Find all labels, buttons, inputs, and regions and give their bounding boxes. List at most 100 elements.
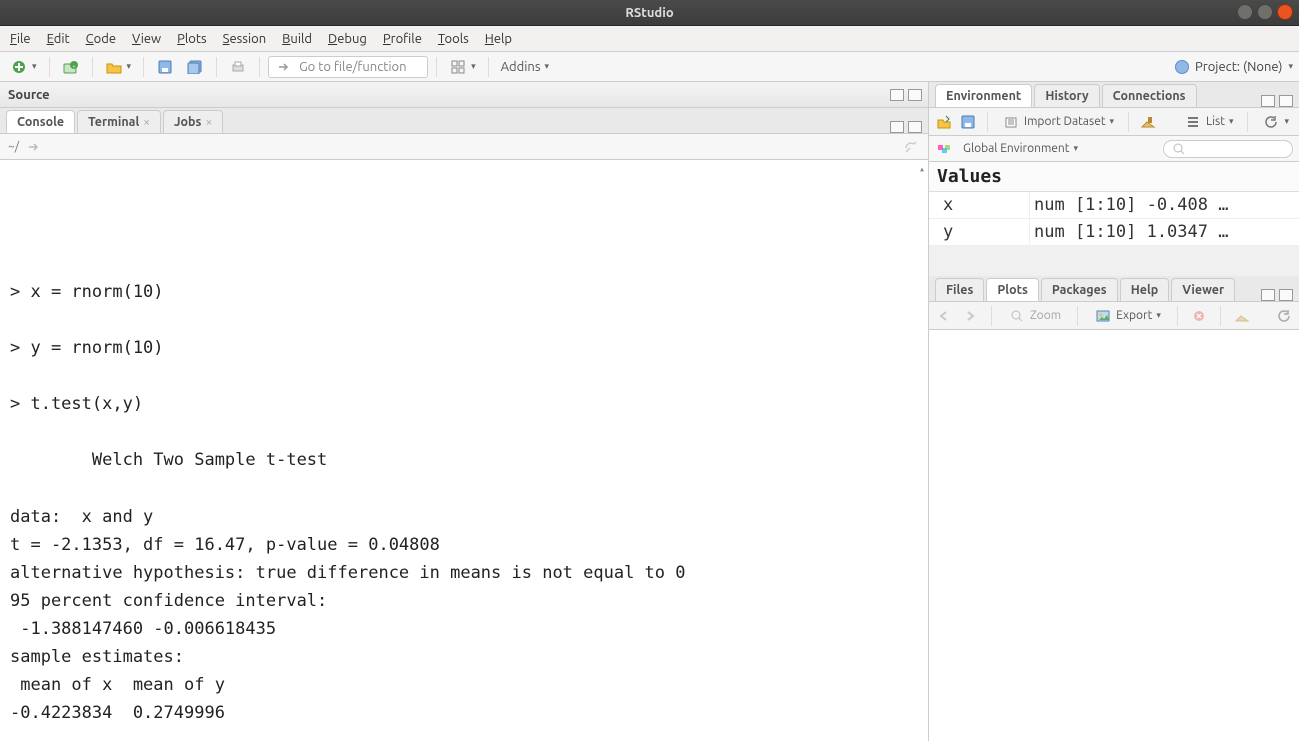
console-path: ~/ (8, 140, 19, 153)
plot-remove-icon[interactable] (1190, 307, 1208, 325)
clear-console-icon[interactable] (902, 138, 920, 156)
print-button[interactable] (225, 56, 251, 78)
load-workspace-icon[interactable] (935, 113, 953, 131)
menu-tools[interactable]: Tools (438, 32, 469, 46)
close-icon[interactable]: × (143, 116, 150, 129)
tab-jobs[interactable]: Jobs× (163, 110, 223, 133)
open-file-button[interactable]: ▾ (101, 56, 136, 78)
menu-edit[interactable]: Edit (47, 32, 70, 46)
pane-min-icon[interactable] (890, 89, 904, 101)
new-file-button[interactable]: ▾ (6, 56, 41, 78)
tab-history[interactable]: History (1034, 84, 1099, 107)
tab-packages[interactable]: Packages (1041, 278, 1118, 301)
goto-placeholder: Go to file/function (299, 60, 406, 74)
dropdown-caret-icon: ▾ (544, 61, 549, 72)
import-dataset-button[interactable]: Import Dataset ▾ (998, 111, 1118, 133)
save-workspace-icon[interactable] (959, 113, 977, 131)
pane-max-icon[interactable] (1279, 289, 1293, 301)
folder-open-icon (105, 58, 123, 76)
dropdown-caret-icon: ▾ (127, 61, 132, 72)
window-minimize-button[interactable] (1237, 4, 1253, 20)
workspace-panes-button[interactable]: ▾ (445, 56, 480, 78)
window-title: RStudio (625, 6, 673, 20)
plot-export-button[interactable]: Export ▾ (1090, 305, 1165, 327)
env-var-value: num [1:10] -0.408 … (1029, 192, 1299, 218)
env-var-name: y (929, 219, 1029, 245)
pane-max-icon[interactable] (1279, 95, 1293, 107)
main-toolbar: ▾ + ▾ Go to file/function ▾ Addins ▾ Pro… (0, 52, 1299, 82)
console-path-bar: ~/ (0, 134, 928, 160)
plot-prev-icon[interactable] (935, 307, 953, 325)
close-icon[interactable]: × (205, 116, 212, 129)
pane-max-icon[interactable] (908, 89, 922, 101)
dropdown-caret-icon: ▾ (32, 61, 37, 72)
menu-session[interactable]: Session (223, 32, 266, 46)
window-close-button[interactable] (1277, 4, 1293, 20)
dropdown-caret-icon: ▾ (1110, 116, 1115, 127)
env-var-name: x (929, 192, 1029, 218)
window-titlebar: RStudio (0, 0, 1299, 26)
scroll-up-indicator[interactable]: ▴ (919, 162, 925, 179)
console-output[interactable]: ▴ > x = rnorm(10) > y = rnorm(10) > t.te… (0, 160, 928, 741)
clear-workspace-icon[interactable] (1139, 113, 1157, 131)
menubar: File Edit Code View Plots Session Build … (0, 26, 1299, 52)
environment-toolbar: Import Dataset ▾ List ▾ ▾ (929, 108, 1299, 136)
plot-clear-all-icon[interactable] (1233, 307, 1251, 325)
tab-files[interactable]: Files (935, 278, 984, 301)
plot-next-icon[interactable] (961, 307, 979, 325)
tab-help[interactable]: Help (1120, 278, 1170, 301)
env-variable-row[interactable]: ynum [1:10] 1.0347 … (929, 219, 1299, 246)
menu-build[interactable]: Build (282, 32, 312, 46)
tab-terminal[interactable]: Terminal× (77, 110, 161, 133)
tab-plots[interactable]: Plots (986, 278, 1039, 301)
menu-profile[interactable]: Profile (383, 32, 422, 46)
tab-console[interactable]: Console (6, 110, 75, 133)
new-file-icon (10, 58, 28, 76)
menu-help[interactable]: Help (485, 32, 512, 46)
window-maximize-button[interactable] (1257, 4, 1273, 20)
source-pane-header: Source (0, 82, 928, 108)
save-all-button[interactable] (182, 56, 208, 78)
env-var-value: num [1:10] 1.0347 … (1029, 219, 1299, 245)
dropdown-caret-icon: ▾ (1284, 116, 1289, 127)
export-icon (1094, 307, 1112, 325)
pane-min-icon[interactable] (890, 121, 904, 133)
environment-scope-bar: Global Environment ▾ (929, 136, 1299, 162)
save-all-icon (186, 58, 204, 76)
plot-canvas (929, 330, 1299, 741)
new-project-button[interactable]: + (58, 56, 84, 78)
view-mode-button[interactable]: List ▾ (1180, 111, 1237, 133)
tab-environment[interactable]: Environment (935, 84, 1032, 107)
environment-tabs: Environment History Connections (929, 82, 1299, 108)
env-variable-row[interactable]: xnum [1:10] -0.408 … (929, 192, 1299, 219)
save-button[interactable] (152, 56, 178, 78)
env-scope-icon (935, 140, 953, 158)
pane-max-icon[interactable] (908, 121, 922, 133)
bottom-right-tabs: Files Plots Packages Help Viewer (929, 276, 1299, 302)
goto-file-function-input[interactable]: Go to file/function (268, 56, 428, 78)
tab-viewer[interactable]: Viewer (1171, 278, 1235, 301)
addins-label: Addins (501, 60, 541, 74)
menu-view[interactable]: View (132, 32, 161, 46)
pane-min-icon[interactable] (1261, 289, 1275, 301)
menu-file[interactable]: File (10, 32, 31, 46)
menu-code[interactable]: Code (86, 32, 116, 46)
env-scope-button[interactable]: Global Environment ▾ (959, 138, 1082, 160)
pane-min-icon[interactable] (1261, 95, 1275, 107)
menu-plots[interactable]: Plots (177, 32, 207, 46)
console-tabs: Console Terminal× Jobs× (0, 108, 928, 134)
plot-refresh-icon[interactable] (1275, 307, 1293, 325)
run-arrow-icon[interactable] (25, 138, 43, 156)
dropdown-caret-icon: ▾ (1156, 310, 1161, 321)
project-menu-button[interactable]: Project: (None) ▾ (1175, 60, 1293, 74)
addins-button[interactable]: Addins ▾ (497, 56, 553, 78)
menu-debug[interactable]: Debug (328, 32, 367, 46)
tab-connections[interactable]: Connections (1102, 84, 1197, 107)
plot-zoom-button[interactable]: Zoom (1004, 305, 1065, 327)
refresh-button[interactable]: ▾ (1258, 111, 1293, 133)
r-logo-icon (1175, 60, 1189, 74)
env-search-input[interactable] (1163, 140, 1293, 158)
dropdown-caret-icon: ▾ (1074, 143, 1079, 154)
dropdown-caret-icon: ▾ (1288, 61, 1293, 72)
dropdown-caret-icon: ▾ (1229, 116, 1234, 127)
